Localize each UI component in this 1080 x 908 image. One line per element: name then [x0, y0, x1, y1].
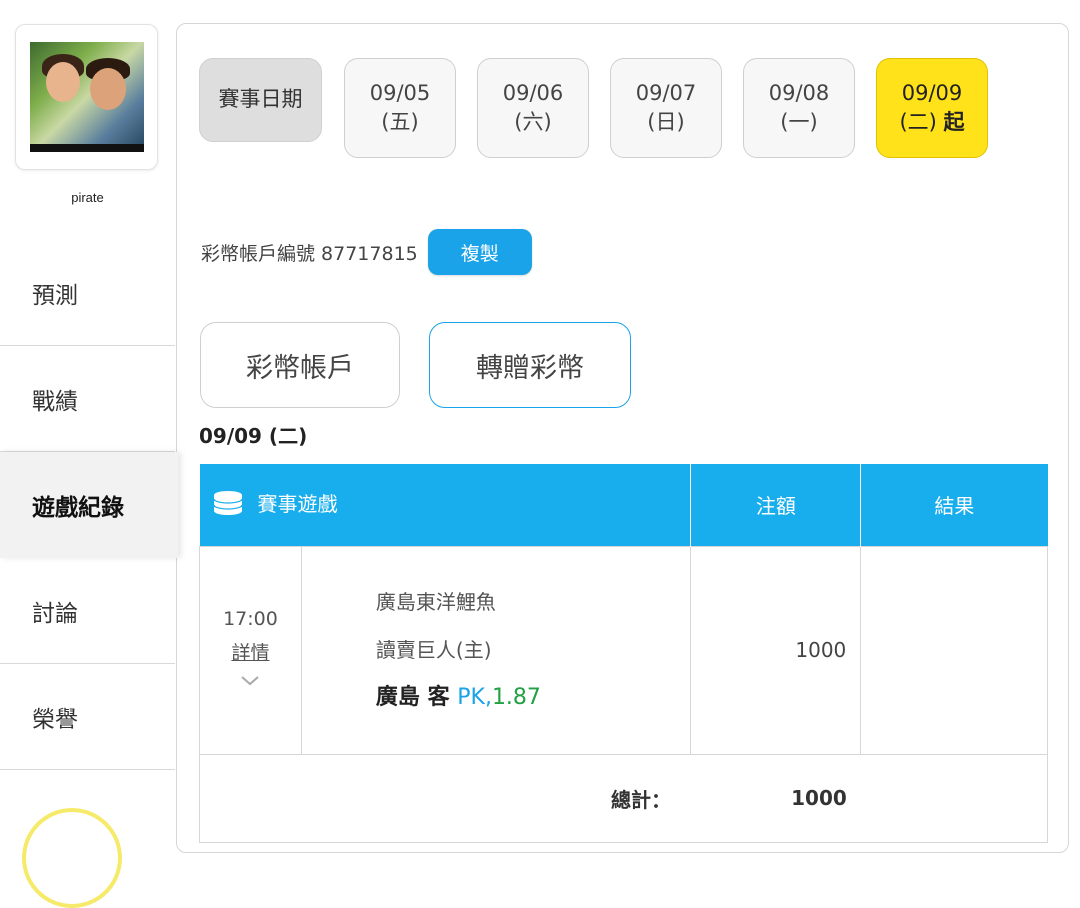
- weekday-text: (六): [514, 110, 552, 134]
- match-date-label-text: 賽事日期: [218, 87, 303, 112]
- chevron-down-icon[interactable]: [200, 671, 301, 693]
- total-value: 1000: [690, 753, 861, 843]
- detail-link[interactable]: 詳情: [200, 638, 301, 665]
- weekday-suffix: 起: [943, 110, 965, 134]
- date-button-0907[interactable]: 09/07 (日): [610, 58, 722, 158]
- pick-type: PK,: [457, 685, 492, 710]
- header-bet: 注額: [690, 464, 862, 546]
- sidebar: pirate 預測 戰績 遊戲紀錄 討論 榮譽: [0, 0, 178, 908]
- header-game: 賽事遊戲: [199, 464, 692, 546]
- date-text: 09/05: [369, 80, 431, 105]
- account-line: 彩幣帳戶編號 87717815 複製: [201, 229, 532, 275]
- avatar: [30, 42, 144, 152]
- match-time: 17:00: [223, 607, 278, 630]
- bet-amount: 1000: [690, 545, 862, 755]
- nav-item-predict[interactable]: 預測: [0, 240, 175, 346]
- nav-item-honor[interactable]: 榮譽: [0, 664, 175, 770]
- date-button-0906[interactable]: 09/06 (六): [477, 58, 589, 158]
- tab-transfer-coins[interactable]: 轉贈彩幣: [429, 322, 631, 408]
- pick-team: 廣島 客: [375, 685, 450, 710]
- section-date-heading: 09/09 (二): [199, 424, 308, 448]
- total-empty: [860, 753, 1048, 843]
- account-number: 彩幣帳戶編號 87717815: [201, 242, 418, 265]
- main-panel: 賽事日期 09/05 (五) 09/06 (六) 09/07 (日) 09/08…: [176, 23, 1069, 853]
- username: pirate: [71, 190, 104, 205]
- date-text: 09/06: [502, 80, 564, 105]
- nav-item-game-history[interactable]: 遊戲紀錄: [0, 452, 178, 558]
- date-text: 09/09: [901, 80, 963, 105]
- date-button-0908[interactable]: 09/08 (一): [743, 58, 855, 158]
- nav-item-record[interactable]: 戰績: [0, 346, 175, 452]
- date-text: 09/08: [768, 80, 830, 105]
- ring-decoration: [22, 808, 122, 908]
- coins-icon: [212, 490, 244, 521]
- date-button-0905[interactable]: 09/05 (五): [344, 58, 456, 158]
- date-text: 09/07: [635, 80, 697, 105]
- weekday-text: (日): [647, 110, 685, 134]
- table-header-row: 賽事遊戲 注額 結果: [199, 464, 1048, 546]
- copy-button[interactable]: 複製: [427, 229, 532, 275]
- game-history-table: 賽事遊戲 注額 結果 17:00 詳情 廣島東洋鯉魚 讀賣巨人(主) 廣島 客 …: [198, 464, 1048, 843]
- away-team: 廣島東洋鯉魚: [375, 590, 496, 614]
- pick-odds: 1.87: [491, 685, 541, 710]
- home-team: 讀賣巨人(主): [375, 638, 492, 662]
- header-result: 結果: [860, 464, 1048, 546]
- table-row: 17:00 詳情 廣島東洋鯉魚 讀賣巨人(主) 廣島 客 PK,1.87 100…: [199, 545, 1048, 755]
- weekday-text: (五): [381, 110, 419, 134]
- total-label: 總計：: [198, 753, 691, 843]
- tab-coin-account[interactable]: 彩幣帳戶: [200, 322, 400, 408]
- weekday-text: (二) 起: [877, 108, 987, 137]
- date-button-0909[interactable]: 09/09 (二) 起: [876, 58, 988, 158]
- result-cell: [860, 545, 1048, 755]
- weekday-text: (一): [780, 110, 818, 134]
- match-date-label: 賽事日期: [199, 58, 322, 142]
- total-row: 總計： 1000: [198, 753, 1048, 843]
- weekday-value: (二): [899, 110, 937, 134]
- match-cell: 廣島東洋鯉魚 讀賣巨人(主) 廣島 客 PK,1.87: [300, 545, 692, 755]
- header-game-label: 賽事遊戲: [257, 492, 338, 517]
- nav-item-discussion[interactable]: 討論: [0, 558, 175, 664]
- pick: 廣島 客 PK,1.87: [376, 674, 691, 722]
- time-cell: 17:00 詳情: [199, 545, 302, 755]
- avatar-frame[interactable]: [15, 24, 158, 170]
